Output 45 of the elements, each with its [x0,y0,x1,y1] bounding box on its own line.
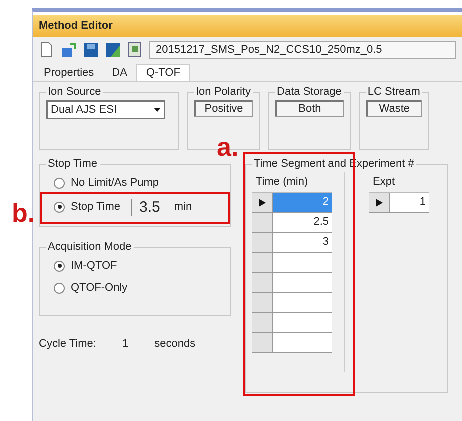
radio-label: Stop Time [71,201,121,213]
radio-label: IM-QTOF [71,260,118,272]
row-pointer-icon [258,198,266,206]
save-as-icon[interactable] [105,42,121,58]
group-label: Acquisition Mode [47,241,133,253]
radio-button[interactable] [54,202,65,212]
group-label: LC Stream [366,86,422,98]
row-header[interactable] [252,193,272,212]
table-cell[interactable]: 3 [272,233,332,252]
tab[interactable]: Q-TOF [136,64,190,81]
column-header[interactable]: Expt [369,176,400,188]
ion-source-dropdown[interactable]: Dual AJS ESI [46,100,165,119]
annotation-label: b. [12,198,36,229]
radio-label: QTOF-Only [71,282,128,294]
unit-label: seconds [154,338,196,350]
table-cell[interactable]: 1 [389,193,429,212]
open-icon[interactable] [61,42,77,58]
cycle-time-label: Cycle Time: [39,338,96,350]
dropdown-arrow-icon [154,108,161,112]
group-label: Ion Source [47,86,102,98]
save-icon[interactable] [83,42,99,58]
readout-field: Waste [366,100,422,117]
group-label: Data Storage [276,86,343,98]
row-pointer-icon [376,198,382,206]
tab[interactable]: Properties [35,65,104,81]
radio-label: No Limit/As Pump [71,177,160,189]
row-header[interactable] [369,193,389,212]
table-cell[interactable]: 2.5 [272,213,332,232]
column-header[interactable]: Time (min) [252,176,312,188]
method-file-field[interactable]: 20151217_SMS_Pos_N2_CCS10_250mz_0.5 [149,41,456,59]
group-label: Stop Time [47,158,99,170]
radio-button[interactable] [54,178,65,188]
radio-button[interactable] [54,260,65,272]
readout-field: Positive [194,100,254,117]
print-icon[interactable] [127,42,143,58]
tab[interactable]: DA [103,65,136,81]
unit-label: min [174,201,192,213]
window-title: Method Editor [33,12,462,37]
readout-field: Both [275,100,344,117]
group-label: Ion Polarity [195,86,252,98]
cycle-time-value: 1 [122,338,129,350]
annotation-label: a. [217,132,239,163]
stop-time-field[interactable]: 3.5 [130,198,168,216]
radio-button[interactable] [54,282,65,294]
new-document-icon[interactable] [39,42,55,58]
